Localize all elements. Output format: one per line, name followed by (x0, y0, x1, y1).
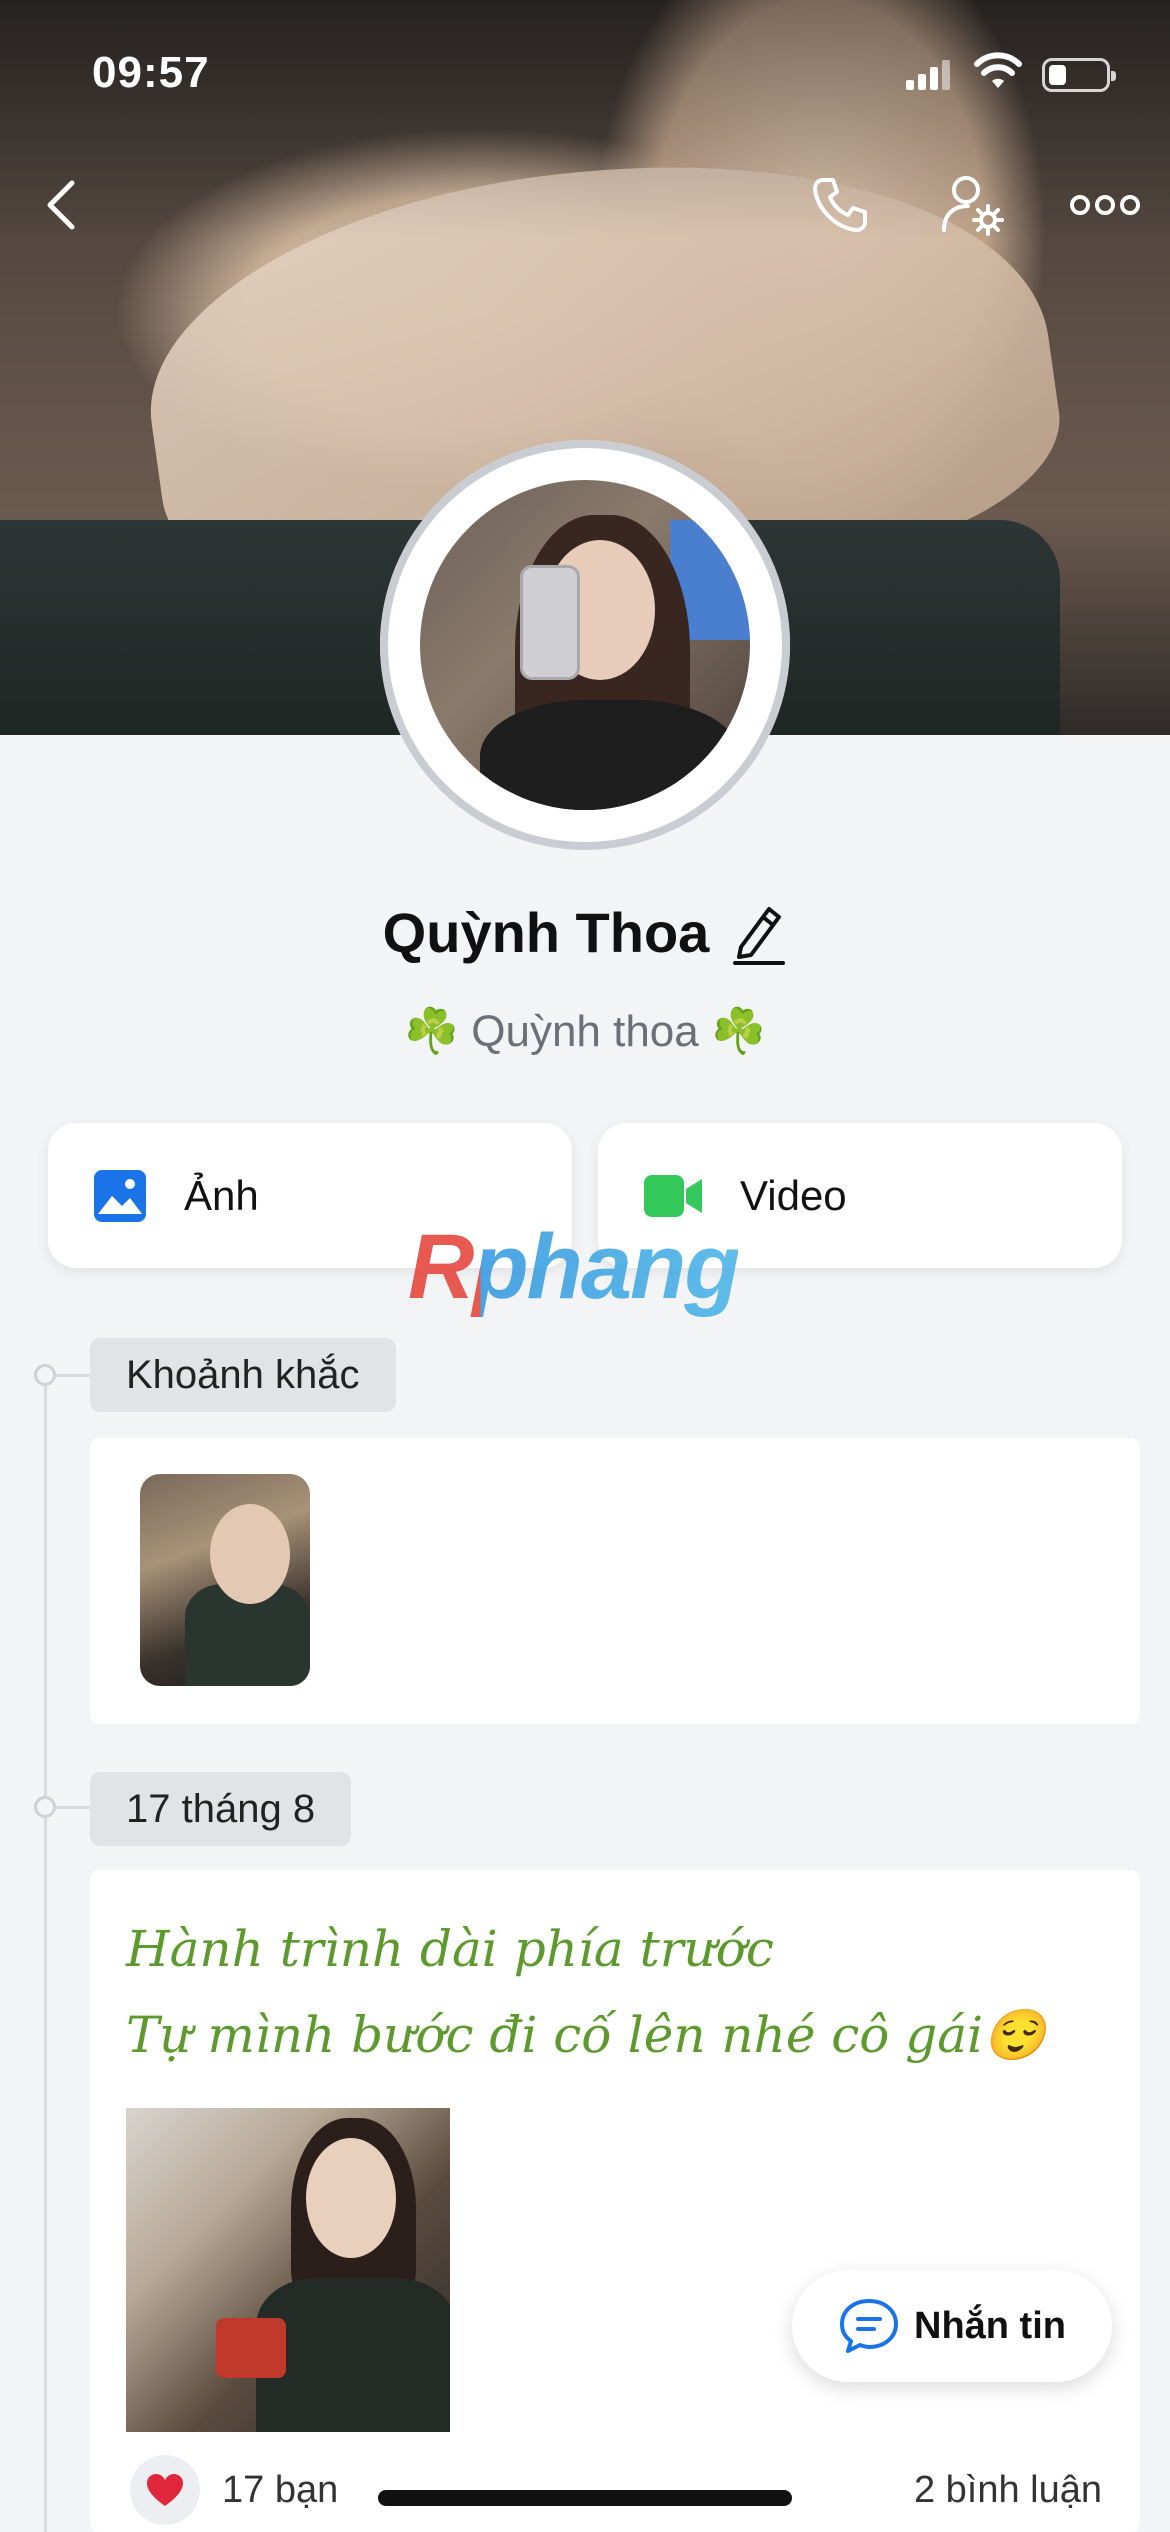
timeline-line (44, 1370, 47, 2532)
comments-count[interactable]: 2 bình luận (914, 2469, 1102, 2512)
photo-icon (94, 1169, 146, 1222)
call-button[interactable] (800, 165, 880, 245)
edit-pencil-icon[interactable] (731, 901, 787, 965)
more-horizontal-icon (1070, 195, 1140, 215)
timeline-dot (34, 1364, 56, 1386)
moment-thumbnail[interactable] (140, 1474, 310, 1686)
heart-icon (147, 2474, 183, 2506)
profile-name: Quỳnh Thoa (382, 901, 710, 964)
watermark-logo: Rphang (408, 1216, 740, 1318)
status-bar: 09:57 (0, 0, 1170, 150)
videos-tab-label: Video (740, 1171, 847, 1219)
profile-name-row: Quỳnh Thoa (0, 900, 1170, 965)
chevron-left-icon (47, 180, 75, 230)
moments-card (90, 1438, 1140, 1724)
home-indicator[interactable] (378, 2490, 792, 2506)
post-caption: Hành trình dài phía trước Tự mình bước đ… (126, 1906, 1106, 2078)
back-button[interactable] (22, 165, 102, 245)
chat-bubble-icon (840, 2299, 898, 2353)
avatar-ring[interactable] (380, 440, 790, 850)
moments-label: Khoảnh khắc (90, 1338, 396, 1412)
post-card[interactable]: Hành trình dài phía trước Tự mình bước đ… (90, 1870, 1140, 2532)
photos-tab-label: Ảnh (184, 1171, 259, 1219)
timeline-dot (34, 1796, 56, 1818)
post-caption-line: Hành trình dài phía trước (126, 1920, 774, 1978)
wifi-icon (974, 52, 1022, 88)
profile-settings-button[interactable] (933, 165, 1013, 245)
message-button-label: Nhắn tin (914, 2304, 1066, 2347)
like-button[interactable] (130, 2455, 200, 2525)
nav-bar (0, 165, 1170, 245)
message-button[interactable]: Nhắn tin (792, 2270, 1112, 2382)
likes-count[interactable]: 17 bạn (222, 2469, 338, 2512)
more-button[interactable] (1065, 165, 1145, 245)
phone-icon (813, 178, 867, 232)
post-date-label: 17 tháng 8 (90, 1772, 352, 1846)
timeline-tick (56, 1806, 90, 1809)
avatar (420, 480, 750, 810)
signal-icon (906, 60, 950, 90)
video-icon (644, 1174, 702, 1217)
user-settings-icon (942, 176, 1004, 236)
battery-icon (1042, 58, 1116, 92)
profile-status: ☘️ Quỳnh thoa ☘️ (404, 1007, 766, 1056)
post-photo[interactable] (126, 2108, 450, 2432)
post-caption-line: Tự mình bước đi cố lên nhé cô gái😌 (126, 2006, 1046, 2064)
timeline-tick (56, 1374, 90, 1377)
status-time: 09:57 (92, 48, 210, 97)
